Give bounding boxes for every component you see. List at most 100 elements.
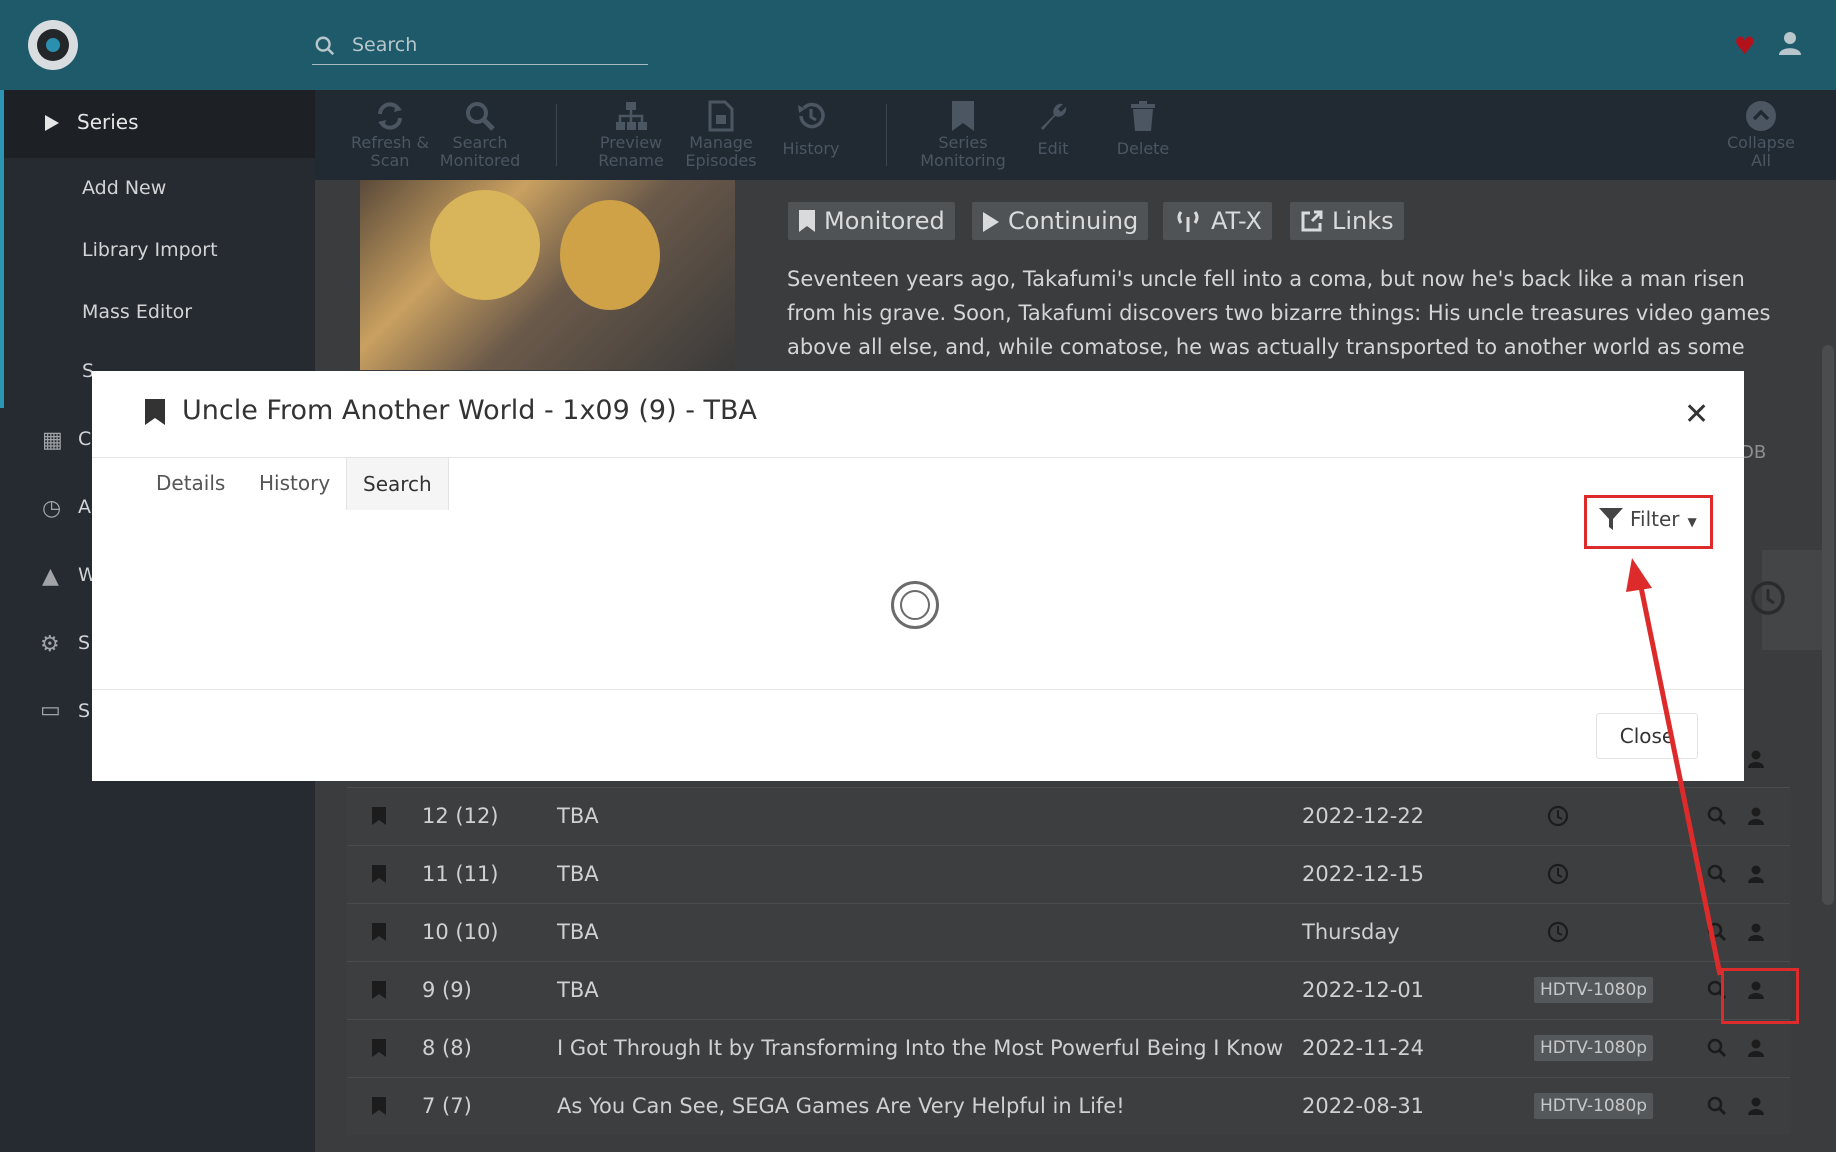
- clock-icon: [1751, 581, 1785, 615]
- status-indicator: [1547, 904, 1569, 965]
- quality-badge: HDTV-1080p: [1534, 1035, 1654, 1061]
- tab-search[interactable]: Search: [346, 457, 449, 510]
- user-icon[interactable]: [1778, 30, 1802, 56]
- sidebar-item-settings[interactable]: S: [78, 632, 90, 654]
- search-icon: [1707, 922, 1727, 942]
- bookmark-icon[interactable]: [371, 1038, 387, 1058]
- sidebar-item-mass-editor[interactable]: Mass Editor: [82, 301, 192, 323]
- episode-number: 8 (8): [422, 1036, 472, 1060]
- heart-icon[interactable]: ♥: [1734, 32, 1756, 60]
- search-input[interactable]: [350, 30, 644, 60]
- search-icon: [466, 102, 495, 131]
- episode-search-button[interactable]: [1707, 1078, 1727, 1138]
- monitor-toggle[interactable]: [371, 788, 387, 848]
- tab-details[interactable]: Details: [140, 457, 241, 509]
- edit-button[interactable]: Edit: [1008, 100, 1098, 158]
- delete-button[interactable]: Delete: [1098, 100, 1188, 158]
- interactive-search-button[interactable]: [1747, 846, 1765, 906]
- chevron-up-circle-icon: [1746, 101, 1776, 131]
- monitor-toggle[interactable]: [371, 1078, 387, 1138]
- toolbar-label: Collapse: [1727, 133, 1795, 152]
- sonarr-logo-icon[interactable]: [28, 20, 78, 70]
- toolbar-label: Scan: [370, 151, 410, 170]
- highlight-box: [1721, 968, 1799, 1024]
- poster-art: [430, 190, 540, 300]
- clock-icon: [1547, 805, 1569, 827]
- bookmark-icon: [799, 210, 815, 232]
- highlight-box: [1584, 495, 1713, 549]
- user-icon: [1748, 865, 1764, 883]
- monitor-toggle[interactable]: [371, 846, 387, 906]
- episode-search-button[interactable]: [1707, 788, 1727, 848]
- user-icon[interactable]: [1747, 749, 1765, 769]
- episode-search-button[interactable]: [1707, 904, 1727, 964]
- user-icon: [1748, 1039, 1764, 1057]
- episode-search-button[interactable]: [1707, 846, 1727, 906]
- interactive-search-button[interactable]: [1747, 1078, 1765, 1138]
- episode-title[interactable]: As You Can See, SEGA Games Are Very Help…: [557, 1078, 1125, 1135]
- interactive-search-button[interactable]: [1747, 788, 1765, 848]
- sidebar-item-activity[interactable]: A: [78, 496, 91, 518]
- interactive-search-button[interactable]: [1747, 904, 1765, 964]
- monitor-toggle[interactable]: [371, 1020, 387, 1080]
- bookmark-icon[interactable]: [371, 806, 387, 826]
- global-search[interactable]: [312, 26, 648, 65]
- interactive-search-button[interactable]: [1747, 1020, 1765, 1080]
- monitor-toggle[interactable]: [371, 962, 387, 1022]
- modal-title: Uncle From Another World - 1x09 (9) - TB…: [182, 395, 758, 426]
- series-monitoring-button[interactable]: Series Monitoring: [918, 100, 1008, 170]
- play-icon: [983, 212, 999, 232]
- episode-title[interactable]: TBA: [557, 788, 599, 845]
- episode-number: 10 (10): [422, 920, 499, 944]
- episode-title[interactable]: TBA: [557, 904, 599, 961]
- episode-row: 7 (7) As You Can See, SEGA Games Are Very…: [347, 1077, 1790, 1135]
- toolbar-label: Preview: [599, 133, 663, 152]
- history-button[interactable]: History: [766, 100, 856, 158]
- toolbar-label: Series: [938, 133, 988, 152]
- badge-label: AT-X: [1211, 207, 1262, 235]
- sidebar-item-add-new[interactable]: Add New: [82, 177, 166, 199]
- episode-number: 12 (12): [422, 804, 499, 828]
- preview-rename-button[interactable]: Preview Rename: [586, 100, 676, 170]
- sidebar-item-calendar[interactable]: C: [78, 428, 91, 450]
- status-badge: Continuing: [972, 202, 1149, 240]
- page-scrollbar[interactable]: [1822, 345, 1834, 905]
- bookmark-icon[interactable]: [371, 1096, 387, 1116]
- episode-row: 9 (9) TBA 2022-12-01 HDTV-1080p: [347, 961, 1790, 1019]
- close-icon[interactable]: ✕: [1684, 397, 1709, 432]
- toolbar-label: Rename: [598, 151, 664, 170]
- episode-airdate: 2022-12-22: [1302, 804, 1425, 828]
- search-monitored-button[interactable]: Search Monitored: [435, 100, 525, 170]
- episode-title[interactable]: TBA: [557, 962, 599, 1019]
- collapse-all-button[interactable]: Collapse All: [1716, 100, 1806, 170]
- sidebar-item-system[interactable]: S: [78, 700, 90, 722]
- refresh-scan-button[interactable]: Refresh & Scan: [345, 100, 435, 170]
- sidebar-item-library-import[interactable]: Library Import: [82, 239, 218, 261]
- episode-airdate: Thursday: [1302, 920, 1400, 944]
- episode-title[interactable]: I Got Through It by Transforming Into th…: [557, 1020, 1283, 1077]
- monitor-toggle[interactable]: [371, 904, 387, 964]
- episode-search-button[interactable]: [1707, 1020, 1727, 1080]
- toolbar-label: Monitoring: [920, 151, 1006, 170]
- bookmark-icon[interactable]: [371, 864, 387, 884]
- search-icon: [315, 36, 335, 56]
- tab-history[interactable]: History: [243, 457, 346, 509]
- bookmark-icon[interactable]: [371, 922, 387, 942]
- network-badge: AT-X: [1163, 202, 1272, 240]
- sidebar-item-series[interactable]: Series: [4, 90, 315, 158]
- bookmark-icon[interactable]: [144, 398, 166, 426]
- status-indicator: [1547, 788, 1569, 849]
- toolbar-label: History: [782, 139, 840, 158]
- links-badge[interactable]: Links: [1290, 202, 1404, 240]
- badge-label: Continuing: [1008, 207, 1139, 235]
- manage-episodes-button[interactable]: Manage Episodes: [676, 100, 766, 170]
- close-button[interactable]: Close: [1596, 713, 1698, 759]
- bookmark-icon[interactable]: [371, 980, 387, 1000]
- episode-row: 12 (12) TBA 2022-12-22: [347, 787, 1790, 845]
- episode-title[interactable]: TBA: [557, 846, 599, 903]
- warning-icon: ▲: [42, 564, 59, 589]
- external-link-icon: [1301, 210, 1323, 232]
- clock-icon: [1547, 863, 1569, 885]
- user-icon: [1748, 923, 1764, 941]
- calendar-icon: ▦: [42, 428, 63, 453]
